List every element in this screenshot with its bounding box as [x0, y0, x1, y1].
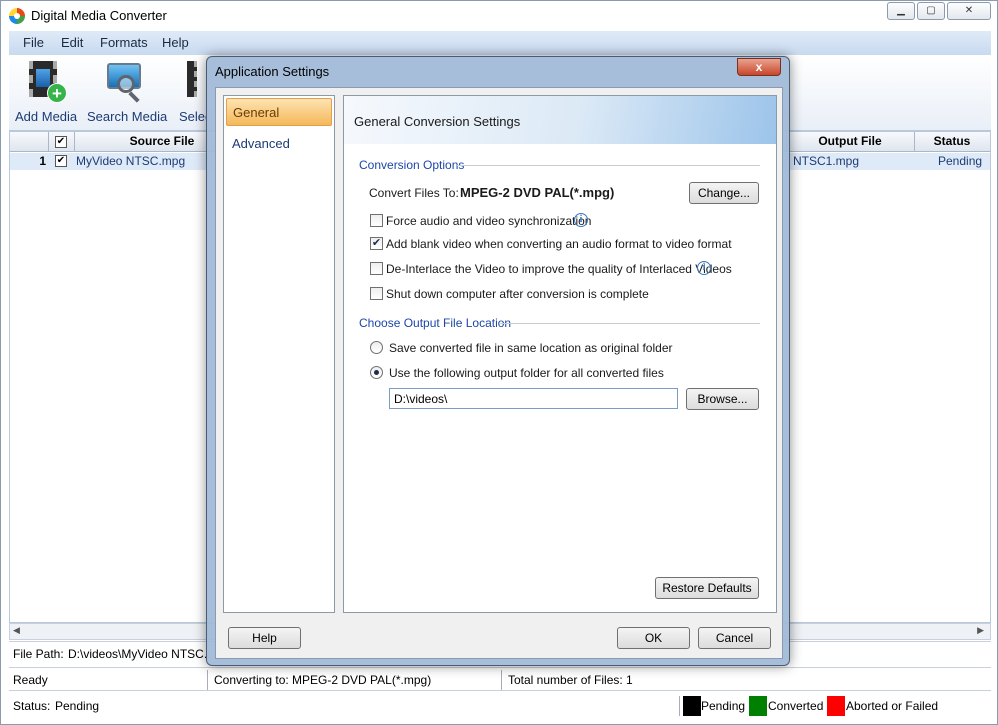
- same-location-label: Save converted file in same location as …: [389, 341, 673, 355]
- close-window-button[interactable]: ✕: [947, 2, 991, 20]
- deinterlace-info-icon[interactable]: i: [697, 261, 711, 275]
- ready-text: Ready: [13, 673, 48, 687]
- menu-edit[interactable]: Edit: [61, 35, 83, 50]
- app-logo-icon: [9, 8, 25, 24]
- search-media-button[interactable]: Search Media: [87, 59, 168, 124]
- following-folder-radio[interactable]: [370, 366, 383, 379]
- window-title: Digital Media Converter: [31, 8, 167, 23]
- cancel-button[interactable]: Cancel: [698, 627, 771, 649]
- panel-header: General Conversion Settings: [344, 96, 776, 144]
- add-media-label: Add Media: [15, 109, 78, 124]
- force-sync-label: Force audio and video synchronization: [386, 214, 592, 228]
- settings-panel: General Conversion Settings Conversion O…: [343, 95, 777, 613]
- legend-converted-swatch: [749, 696, 767, 716]
- total-files-text: Total number of Files: 1: [508, 673, 633, 687]
- file-path-value: D:\videos\MyVideo NTSC.: [68, 647, 208, 661]
- shutdown-label: Shut down computer after conversion is c…: [386, 287, 649, 301]
- column-status[interactable]: Status: [914, 134, 990, 148]
- conversion-options-heading: Conversion Options: [359, 158, 465, 172]
- status-bar: Ready Converting to: MPEG-2 DVD PAL(*.mp…: [9, 667, 991, 691]
- legend-aborted-label: Aborted or Failed: [846, 699, 939, 713]
- browse-button[interactable]: Browse...: [686, 388, 759, 410]
- file-path-label: File Path:: [13, 647, 64, 661]
- ok-button[interactable]: OK: [617, 627, 690, 649]
- column-output-file[interactable]: Output File: [786, 134, 914, 148]
- nav-advanced[interactable]: Advanced: [226, 130, 332, 158]
- change-format-button[interactable]: Change...: [689, 182, 759, 204]
- same-location-radio[interactable]: [370, 341, 383, 354]
- output-location-heading: Choose Output File Location: [359, 316, 512, 330]
- menu-help[interactable]: Help: [162, 35, 189, 50]
- add-media-icon: +: [23, 59, 67, 103]
- force-sync-info-icon[interactable]: i: [574, 213, 588, 227]
- legend-pending-label: Pending: [701, 699, 746, 713]
- status-label: Status:: [13, 699, 51, 713]
- scroll-left-icon[interactable]: ◀: [13, 625, 20, 636]
- dialog-close-button[interactable]: x: [737, 58, 781, 76]
- force-sync-checkbox[interactable]: [370, 214, 383, 227]
- menu-file[interactable]: File: [23, 35, 44, 50]
- menu-formats[interactable]: Formats: [100, 35, 148, 50]
- blank-video-checkbox[interactable]: ✔: [370, 237, 383, 250]
- deinterlace-checkbox[interactable]: [370, 262, 383, 275]
- row-source-file: MyVideo NTSC.mpg: [76, 154, 186, 168]
- select-icon: [179, 59, 207, 103]
- legend-aborted-swatch: [827, 696, 845, 716]
- panel-title: General Conversion Settings: [354, 114, 521, 129]
- dialog-title: Application Settings: [215, 64, 330, 79]
- select-all-checkbox[interactable]: ✔: [55, 136, 67, 148]
- add-media-button[interactable]: + Add Media: [15, 59, 78, 124]
- search-media-icon: [103, 59, 147, 103]
- dialog-body: General Advanced General Conversion Sett…: [215, 87, 783, 659]
- legend-pending-swatch: [683, 696, 701, 716]
- maximize-button[interactable]: ▢: [917, 2, 945, 20]
- menu-bar: File Edit Formats Help: [9, 31, 991, 55]
- title-bar: Digital Media Converter ▁ ▢ ✕: [1, 1, 997, 31]
- status-value: Pending: [55, 699, 100, 713]
- settings-nav: General Advanced: [223, 95, 335, 613]
- convert-files-to-label: Convert Files To:: [369, 186, 459, 200]
- application-settings-dialog: Application Settings x General Advanced …: [206, 56, 790, 666]
- nav-general[interactable]: General: [226, 98, 332, 126]
- help-button[interactable]: Help: [228, 627, 301, 649]
- row-checkbox[interactable]: ✔: [55, 155, 67, 167]
- deinterlace-label: De-Interlace the Video to improve the qu…: [386, 262, 732, 276]
- output-folder-input[interactable]: D:\videos\: [389, 388, 678, 409]
- converting-to-text: Converting to: MPEG-2 DVD PAL(*.mpg): [214, 673, 432, 687]
- blank-video-label: Add blank video when converting an audio…: [386, 237, 732, 251]
- scroll-right-icon[interactable]: ▶: [977, 625, 984, 636]
- minimize-button[interactable]: ▁: [887, 2, 915, 20]
- row-number: 1: [39, 154, 46, 168]
- legend-converted-label: Converted: [768, 699, 824, 713]
- legend-bar: Status: Pending Pending Converted Aborte…: [9, 694, 991, 718]
- following-folder-label: Use the following output folder for all …: [389, 366, 664, 380]
- search-media-label: Search Media: [87, 109, 168, 124]
- row-output-file: NTSC1.mpg: [793, 154, 860, 168]
- restore-defaults-button[interactable]: Restore Defaults: [655, 577, 759, 599]
- shutdown-checkbox[interactable]: [370, 287, 383, 300]
- select-label: Selec: [179, 109, 207, 124]
- select-button[interactable]: Selec: [179, 59, 207, 124]
- convert-files-to-value: MPEG-2 DVD PAL(*.mpg): [460, 185, 615, 200]
- row-status: Pending: [938, 154, 983, 168]
